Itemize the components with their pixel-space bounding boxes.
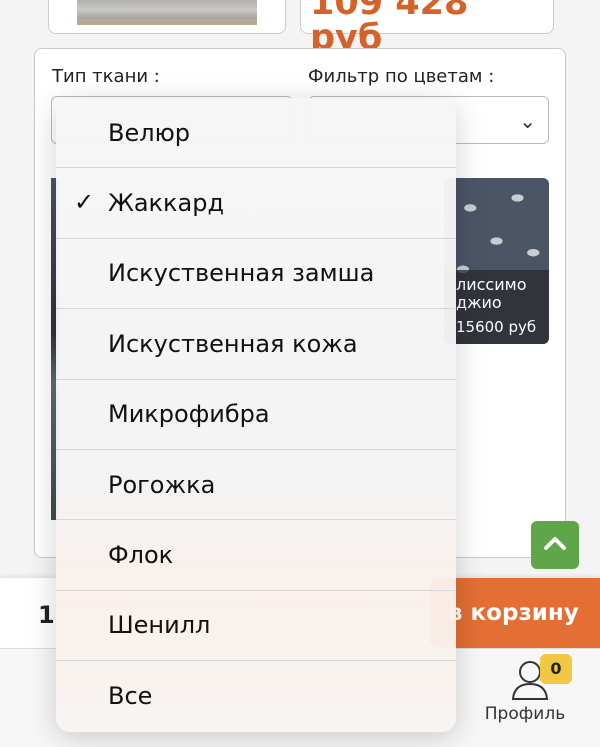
dropdown-option-chenille[interactable]: Шенилл <box>56 591 456 662</box>
dropdown-option-artificial-suede[interactable]: Искуственная замша <box>56 239 456 310</box>
option-label: Искуственная замша <box>108 259 375 288</box>
color-filter-label: Фильтр по цветам : <box>308 66 495 87</box>
nav-profile-label: Профиль <box>484 704 566 724</box>
option-label: Велюр <box>108 118 191 147</box>
cart-count-badge: 0 <box>540 654 572 684</box>
add-to-cart-label: в корзину <box>448 600 579 626</box>
chevron-up-icon <box>544 537 566 550</box>
product-image-card[interactable] <box>48 0 286 34</box>
option-label: Все <box>108 682 153 711</box>
option-label: Рогожка <box>108 470 216 499</box>
dropdown-option-all[interactable]: Все <box>56 661 456 731</box>
fabric-type-label: Тип ткани : <box>52 66 160 87</box>
option-label: Искуственная кожа <box>108 329 358 358</box>
fabric-type-dropdown: Велюр ✓ Жаккард Искуственная замша Искус… <box>56 98 456 732</box>
chevron-down-icon: ⌄ <box>519 109 536 133</box>
sofa-image <box>77 0 257 25</box>
option-label: Флок <box>108 541 174 570</box>
dropdown-option-flock[interactable]: Флок <box>56 520 456 591</box>
option-label: Жаккард <box>108 189 225 218</box>
dropdown-option-matting[interactable]: Рогожка <box>56 450 456 521</box>
dropdown-option-velour[interactable]: Велюр <box>56 98 456 169</box>
quantity-value[interactable]: 1 <box>38 601 55 629</box>
swatch-name: лиссимо джио <box>456 275 527 312</box>
dropdown-option-microfiber[interactable]: Микрофибра <box>56 380 456 450</box>
dropdown-option-artificial-leather[interactable]: Искуственная кожа <box>56 309 456 380</box>
option-label: Шенилл <box>108 611 211 640</box>
swatch-price: 15600 руб <box>456 318 537 336</box>
checkmark-icon: ✓ <box>74 188 95 217</box>
dropdown-option-jacquard[interactable]: ✓ Жаккард <box>56 168 456 239</box>
option-label: Микрофибра <box>108 400 270 429</box>
scroll-to-top-button[interactable] <box>531 521 579 569</box>
